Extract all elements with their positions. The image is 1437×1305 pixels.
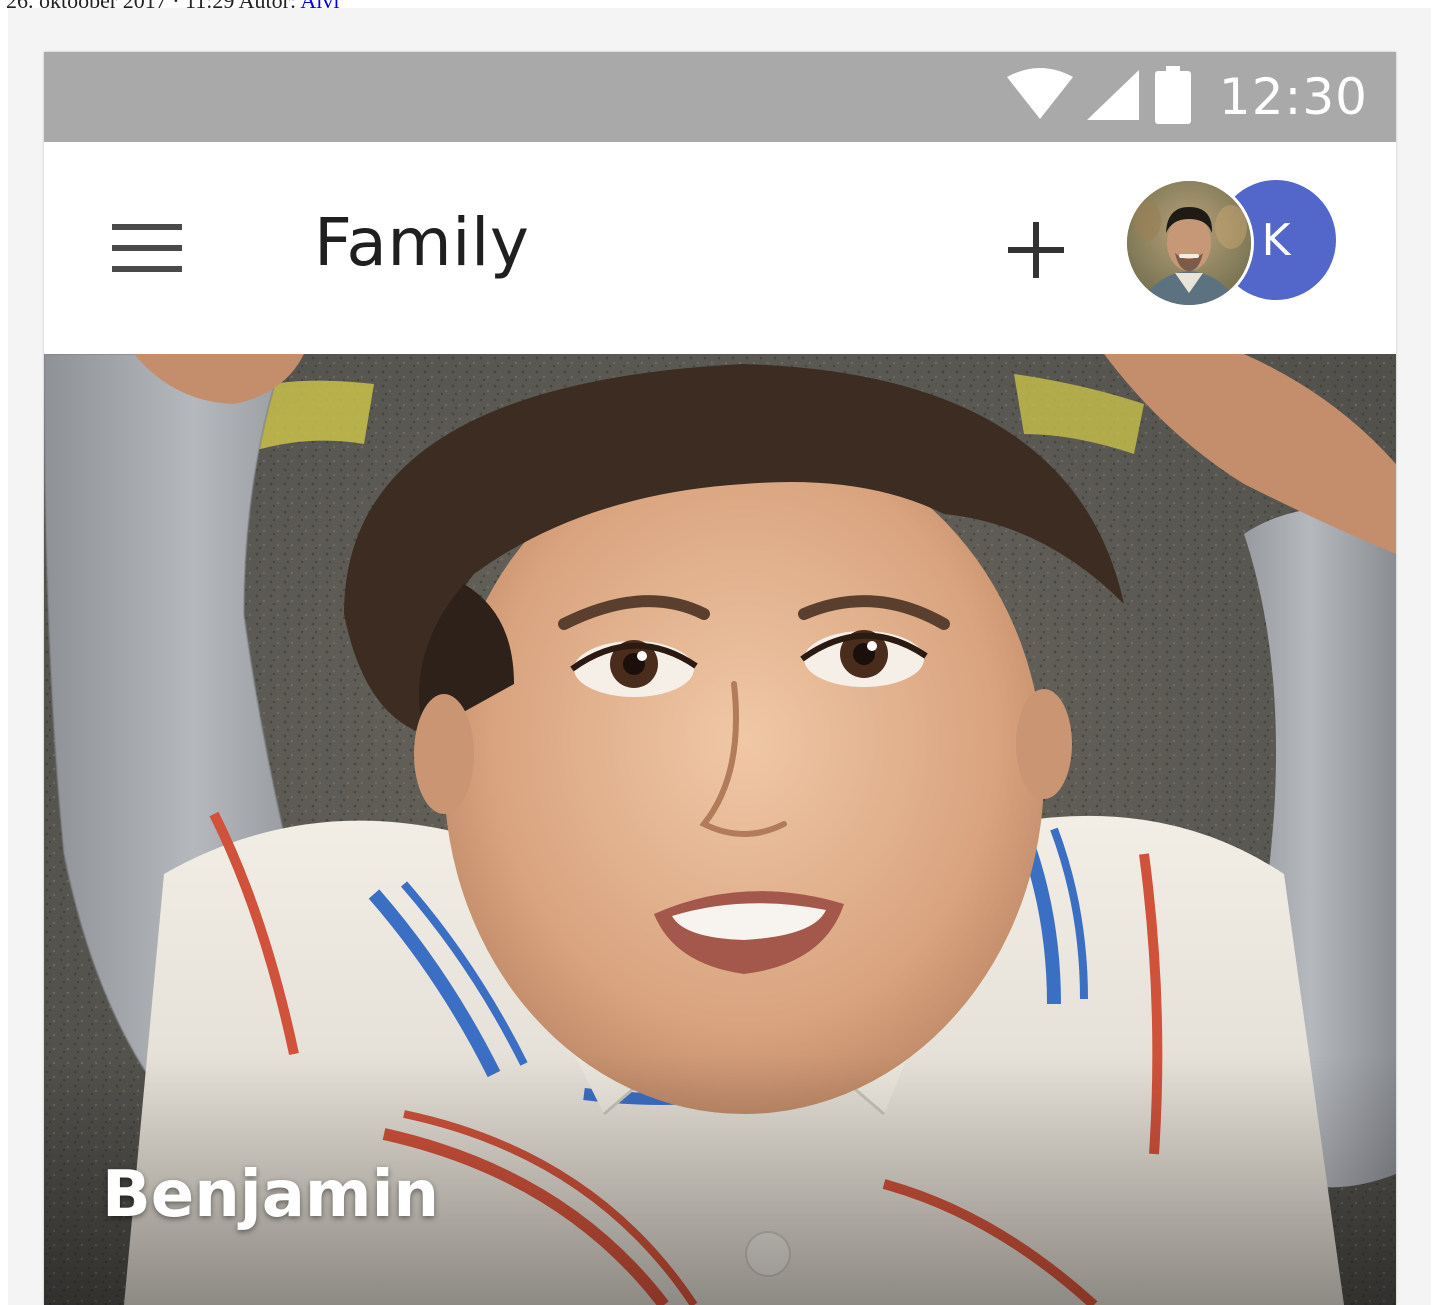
avatar-initial-letter: K (1261, 214, 1291, 266)
person-name-label: Benjamin (102, 1158, 440, 1232)
profile-photo-card[interactable]: Benjamin (44, 354, 1396, 1305)
status-icons: 12:30 (1006, 52, 1368, 142)
wifi-icon (1006, 67, 1073, 127)
cellular-signal-icon (1086, 68, 1141, 126)
phone-screen: 12:30 Family K Benjamin (44, 52, 1396, 1305)
page-title: Family (314, 204, 530, 281)
battery-icon (1154, 66, 1191, 128)
status-time: 12:30 (1218, 68, 1368, 126)
hamburger-menu-icon[interactable] (112, 224, 182, 274)
plus-icon[interactable] (1008, 222, 1064, 278)
app-bar: Family K (44, 142, 1396, 355)
status-bar: 12:30 (44, 52, 1396, 142)
user-photo-avatar[interactable] (1124, 178, 1254, 308)
